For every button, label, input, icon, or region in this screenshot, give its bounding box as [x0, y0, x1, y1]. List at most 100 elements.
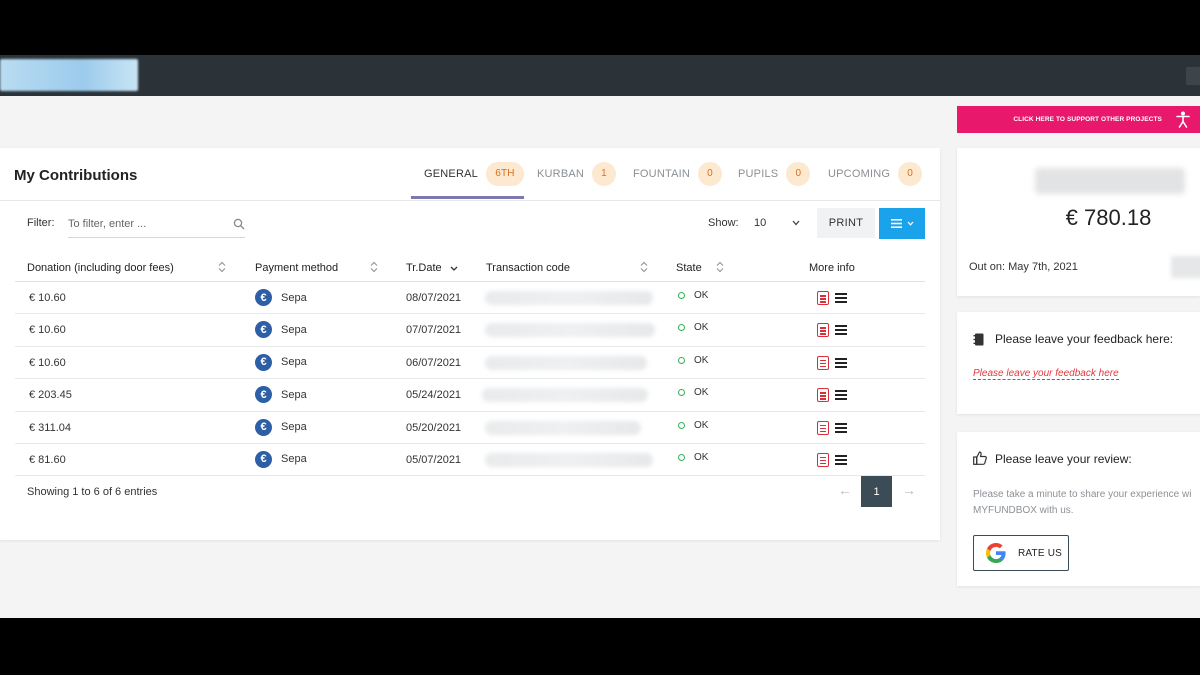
column-header-donation[interactable]: Donation (including door fees) [27, 262, 174, 274]
state: OK [678, 355, 708, 366]
support-other-projects-button[interactable]: CLICK HERE TO SUPPORT OTHER PROJECTS [957, 106, 1200, 133]
sort-icon[interactable] [716, 261, 724, 273]
euro-icon: € [255, 353, 272, 371]
payment-method-label: Sepa [281, 421, 307, 434]
state: OK [678, 387, 708, 398]
total-amount: € 780.18 [1065, 205, 1152, 230]
state: OK [678, 452, 708, 463]
table-header: Donation (including door fees) Payment m… [15, 254, 925, 282]
sort-icon[interactable] [370, 261, 378, 273]
transaction-code-redacted [485, 452, 653, 467]
tab-general[interactable]: GENERAL 6TH [424, 148, 524, 199]
more-info [817, 388, 847, 403]
euro-icon: € [255, 321, 272, 339]
arrow-right-icon[interactable]: → [902, 482, 916, 498]
state: OK [678, 420, 708, 431]
review-title: Please leave your review: [995, 452, 1132, 466]
column-header-transaction-code[interactable]: Transaction code [486, 262, 570, 274]
tab-pupils[interactable]: PUPILS 0 [738, 148, 811, 199]
tab-badge: 0 [898, 161, 923, 186]
redacted-label [1035, 168, 1185, 194]
payment-method: € Sepa [255, 353, 307, 371]
state-label: OK [694, 354, 709, 366]
pdf-document-icon[interactable] [817, 355, 829, 370]
transaction-date: 08/07/2021 [406, 292, 462, 304]
table-row: € 203.45 € Sepa 05/24/2021 OK [15, 379, 925, 412]
donation-amount: € 81.60 [29, 453, 66, 466]
payment-method-label: Sepa [281, 356, 307, 369]
euro-icon: € [255, 289, 272, 306]
list-icon[interactable] [835, 293, 847, 303]
chevron-down-icon [907, 221, 913, 226]
rate-us-label: RATE US [1018, 547, 1062, 559]
column-header-payment-method[interactable]: Payment method [255, 262, 338, 274]
pdf-document-icon[interactable] [817, 420, 829, 435]
filter-label: Filter: [27, 217, 55, 229]
state-label: OK [694, 451, 709, 463]
state-label: OK [694, 290, 709, 301]
tab-label: GENERAL [424, 167, 478, 180]
more-info [817, 291, 847, 305]
page-size-select[interactable]: 10 [746, 210, 806, 236]
tab-label: FOUNTAIN [633, 167, 691, 180]
column-menu-button[interactable] [879, 208, 925, 239]
page-content: My Contributions GENERAL 6TH KURBAN 1 FO… [0, 96, 1200, 618]
donation-amount: € 10.60 [29, 356, 66, 369]
divider [0, 200, 940, 201]
page-size-value: 10 [754, 217, 767, 229]
pdf-document-icon[interactable] [817, 291, 829, 305]
euro-icon: € [255, 450, 272, 468]
filter-field [68, 212, 245, 238]
redacted-chip [1171, 256, 1200, 278]
transaction-code-redacted [485, 355, 647, 370]
list-icon[interactable] [835, 390, 847, 401]
tab-badge: 0 [698, 161, 723, 186]
feedback-link[interactable]: Please leave your feedback here [973, 368, 1119, 380]
payment-method: € Sepa [255, 450, 307, 468]
logo[interactable] [0, 59, 138, 91]
list-icon[interactable] [835, 325, 847, 336]
pdf-document-icon[interactable] [817, 452, 829, 467]
navbar-menu-toggle[interactable] [1186, 67, 1200, 85]
pagination-page-1[interactable]: 1 [861, 476, 892, 507]
transaction-code-redacted [482, 388, 648, 403]
filter-input[interactable] [68, 212, 228, 236]
rate-us-button[interactable]: RATE US [973, 535, 1069, 571]
person-icon [1176, 111, 1190, 128]
notebook-icon [973, 333, 984, 346]
support-button-label: CLICK HERE TO SUPPORT OTHER PROJECTS [1013, 116, 1162, 123]
thumbs-up-icon [973, 451, 987, 465]
column-header-date[interactable]: Tr.Date [406, 262, 442, 274]
pdf-document-icon[interactable] [817, 388, 829, 403]
tab-upcoming[interactable]: UPCOMING 0 [828, 148, 923, 199]
column-header-state[interactable]: State [676, 262, 702, 274]
pdf-document-icon[interactable] [817, 323, 829, 338]
search-icon[interactable] [233, 218, 245, 230]
status-dot-icon [678, 453, 685, 461]
state-label: OK [694, 419, 709, 431]
status-dot-icon [678, 292, 685, 299]
out-on-date: Out on: May 7th, 2021 [969, 261, 1078, 273]
payment-method: € Sepa [255, 289, 307, 306]
payment-method-label: Sepa [281, 388, 307, 401]
list-icon[interactable] [835, 422, 847, 433]
table-info: Showing 1 to 6 of 6 entries [27, 486, 158, 498]
show-label: Show: [708, 217, 739, 229]
donation-amount: € 10.60 [29, 324, 66, 337]
list-icon[interactable] [835, 357, 847, 368]
euro-icon: € [255, 386, 272, 404]
list-icon[interactable] [835, 454, 847, 465]
arrow-left-icon[interactable]: ← [838, 482, 852, 498]
review-description: Please take a minute to share your exper… [973, 489, 1192, 516]
contributions-table: Donation (including door fees) Payment m… [15, 254, 925, 477]
chevron-down-icon[interactable] [450, 263, 458, 275]
tab-label: PUPILS [738, 167, 779, 180]
tab-kurban[interactable]: KURBAN 1 [537, 148, 617, 199]
sort-icon[interactable] [640, 261, 648, 273]
transaction-date: 05/24/2021 [406, 389, 462, 402]
sort-icon[interactable] [218, 261, 226, 273]
transaction-code-redacted [485, 323, 655, 338]
print-button[interactable]: PRINT [817, 208, 875, 238]
transaction-date: 06/07/2021 [406, 356, 462, 369]
tab-fountain[interactable]: FOUNTAIN 0 [633, 148, 723, 199]
